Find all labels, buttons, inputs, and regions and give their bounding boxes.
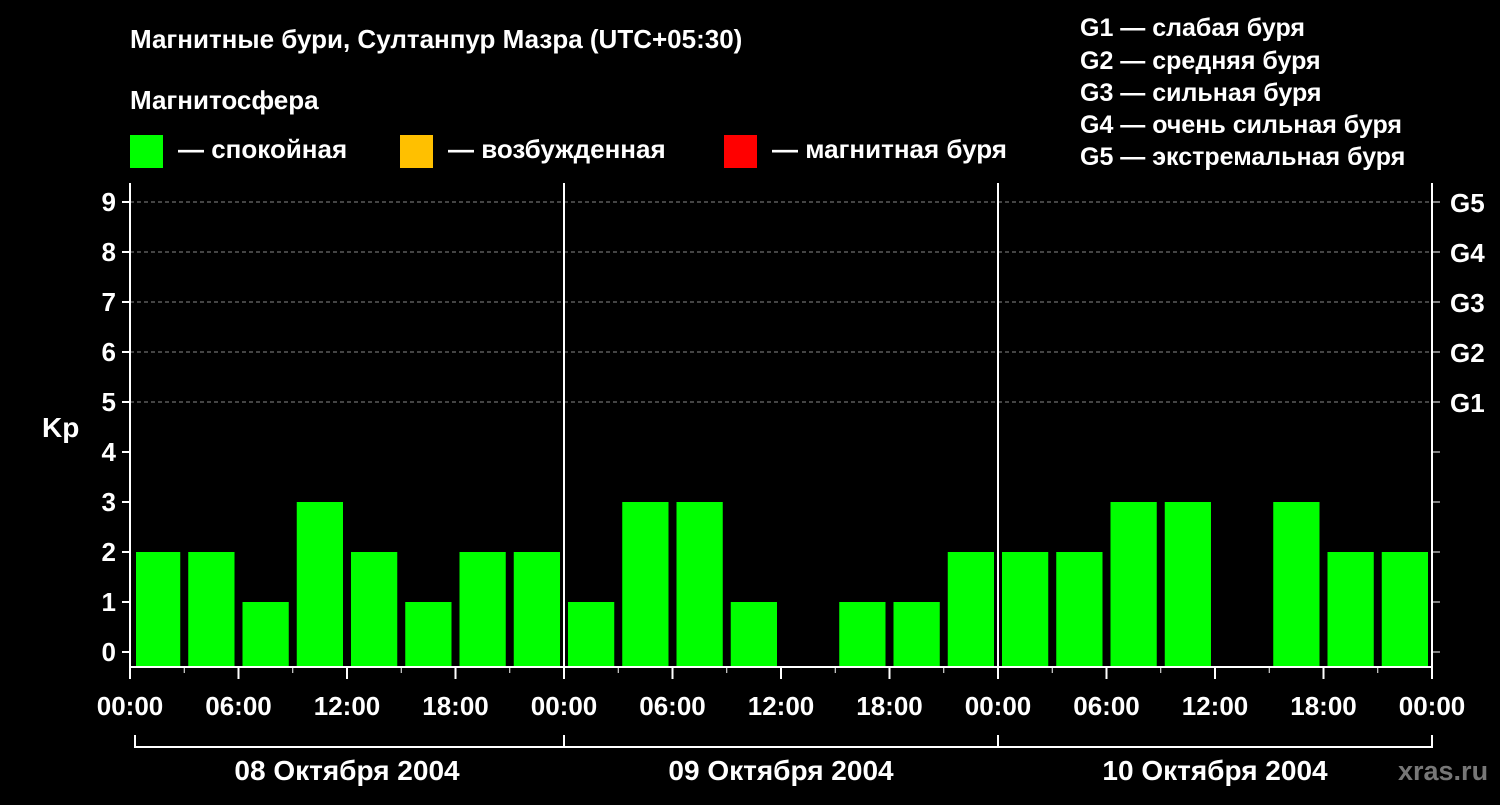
kp-bar	[1164, 502, 1211, 667]
g-tick-label: G5	[1450, 188, 1485, 218]
kp-bar	[242, 602, 289, 667]
legend-swatch-active	[400, 135, 433, 168]
x-tick-label: 06:00	[205, 691, 272, 721]
x-tick-label: 00:00	[97, 691, 164, 721]
x-tick-label: 12:00	[748, 691, 815, 721]
bars	[136, 502, 1428, 667]
day-label: 09 Октября 2004	[668, 755, 894, 786]
kp-bar	[513, 552, 560, 667]
g-scale-g5: G5 — экстремальная буря	[1080, 143, 1405, 171]
kp-bar	[136, 552, 181, 667]
x-tick-label: 18:00	[1290, 691, 1357, 721]
kp-bar	[893, 602, 940, 667]
g-tick-label: G1	[1450, 388, 1485, 418]
kp-bar	[351, 552, 398, 667]
g-tick-label: G3	[1450, 288, 1485, 318]
x-tick-label: 00:00	[965, 691, 1032, 721]
g-tick-label: G4	[1450, 238, 1485, 268]
y-tick-label: 2	[102, 537, 116, 567]
legend-swatch-storm	[724, 135, 757, 168]
x-tick-label: 00:00	[1399, 691, 1466, 721]
y-tick-label: 1	[102, 587, 116, 617]
legend-label-storm: — магнитная буря	[772, 134, 1007, 164]
x-tick-label: 18:00	[856, 691, 923, 721]
kp-bar	[839, 602, 886, 667]
x-tick-label: 00:00	[531, 691, 598, 721]
kp-bar	[676, 502, 723, 667]
y-tick-label: 4	[102, 437, 117, 467]
legend-label-quiet: — спокойная	[178, 134, 347, 164]
kp-chart: Магнитные бури, Султанпур Мазра (UTC+05:…	[42, 14, 1488, 786]
y-tick-label: 0	[102, 637, 116, 667]
x-tick-label: 06:00	[639, 691, 706, 721]
kp-bar	[1110, 502, 1157, 667]
y-tick-label: 3	[102, 487, 116, 517]
kp-bar	[568, 602, 615, 667]
kp-bar	[1002, 552, 1049, 667]
g-scale-g2: G2 — средняя буря	[1080, 47, 1321, 75]
y-tick-label: 9	[102, 187, 116, 217]
x-tick-label: 06:00	[1073, 691, 1140, 721]
y-tick-label: 6	[102, 337, 116, 367]
kp-bar	[622, 502, 669, 667]
y-tick-label: 8	[102, 237, 116, 267]
y-tick-label: 7	[102, 287, 116, 317]
kp-bar	[459, 552, 506, 667]
watermark: xras.ru	[1398, 756, 1488, 786]
g-scale-g4: G4 — очень сильная буря	[1080, 111, 1402, 139]
legend-label-active: — возбужденная	[448, 134, 666, 164]
kp-bar	[296, 502, 343, 667]
kp-bar	[1273, 502, 1320, 667]
g-scale-g3: G3 — сильная буря	[1080, 79, 1322, 107]
x-tick-label: 18:00	[422, 691, 489, 721]
kp-bar	[1327, 552, 1374, 667]
kp-bar	[1056, 552, 1103, 667]
kp-bar	[947, 552, 994, 667]
day-label: 10 Октября 2004	[1102, 755, 1328, 786]
x-tick-label: 12:00	[1182, 691, 1249, 721]
legend-swatch-quiet	[130, 135, 163, 168]
kp-bar	[1381, 552, 1428, 667]
kp-bar	[730, 602, 777, 667]
kp-bar	[188, 552, 235, 667]
y-axis-label: Kp	[42, 412, 79, 443]
legend-heading: Магнитосфера	[130, 85, 319, 115]
kp-bar	[405, 602, 452, 667]
g-tick-label: G2	[1450, 338, 1485, 368]
chart-title: Магнитные бури, Султанпур Мазра (UTC+05:…	[130, 24, 742, 54]
y-tick-label: 5	[102, 387, 116, 417]
axes: 0 1 2 3 4 5 6 7 8 9 G1 G2 G3 G4 G5 00:00 06:00 12:00 18:00…	[97, 183, 1485, 786]
g-scale-g1: G1 — слабая буря	[1080, 14, 1305, 42]
day-label: 08 Октября 2004	[234, 755, 460, 786]
x-tick-label: 12:00	[314, 691, 381, 721]
